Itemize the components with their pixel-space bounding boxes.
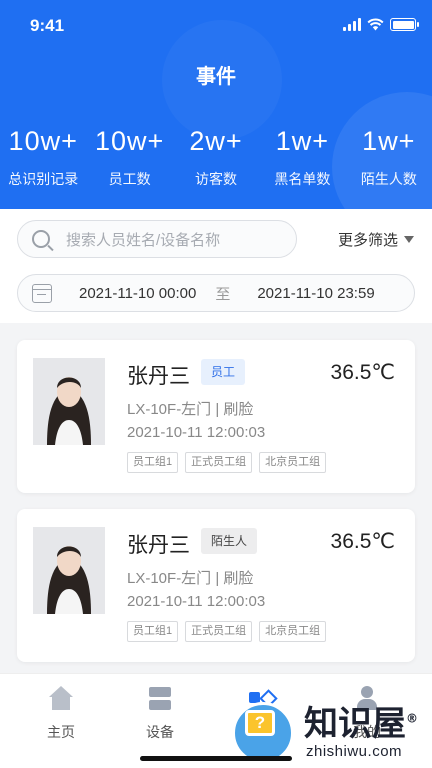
filter-area: 搜索人员姓名/设备名称 更多筛选 2021-11-10 00:00 至 2021… [0,209,432,323]
status-icons [343,18,419,31]
more-filter-label: 更多筛选 [337,232,398,249]
avatar [33,358,105,445]
stat-employees[interactable]: 10w+ 员工数 [86,126,172,189]
date-separator: 至 [215,285,231,303]
person-name: 张丹三 [127,365,190,388]
event-time: 2021-10-11 12:00:03 [127,593,266,610]
group-tag: 正式员工组 [185,621,253,642]
event-card[interactable]: 张丹三 员工 36.5℃ LX-10F-左门 | 刷脸 2021-10-11 1… [17,340,415,493]
signal-icon [343,18,361,31]
stat-value: 1w+ [362,126,416,156]
person-photo-icon [33,527,105,614]
header: 9:41 事件 10w+ 总识别记录 10w+ 员工数 2w+ 访客数 1w+ … [0,0,432,209]
calendar-icon [32,283,52,303]
temperature: 36.5℃ [330,361,395,384]
tab-label: 设备 [146,724,174,740]
stat-value: 10w+ [94,126,165,156]
group-tag: 北京员工组 [259,621,327,642]
date-range-picker[interactable]: 2021-11-10 00:00 至 2021-11-10 23:59 [17,274,415,312]
status-time: 9:41 [30,16,65,35]
stat-label: 访客数 [195,171,238,187]
date-start[interactable]: 2021-11-10 00:00 [79,285,196,302]
group-tag: 北京员工组 [259,452,327,473]
group-tag: 员工组1 [127,621,179,642]
tab-home[interactable]: 主页 [16,686,106,742]
tab-label: 主页 [47,724,75,740]
watermark-url: zhishiwu.com [306,743,403,760]
search-input[interactable]: 搜索人员姓名/设备名称 [17,220,297,258]
group-tag: 正式员工组 [185,452,253,473]
date-end[interactable]: 2021-11-10 23:59 [257,285,374,302]
stat-strangers[interactable]: 1w+ 陌生人数 [346,126,432,189]
stat-label: 陌生人数 [360,171,417,187]
help-icon: ? [245,710,275,736]
device-icon [146,686,174,712]
home-indicator [140,756,292,761]
stat-blacklist[interactable]: 1w+ 黑名单数 [259,126,345,189]
person-type-tag: 陌生人 [201,528,258,554]
stat-total-records[interactable]: 10w+ 总识别记录 [0,126,86,189]
wifi-icon [367,18,384,31]
group-tags: 员工组1 正式员工组 北京员工组 [127,621,327,642]
event-time: 2021-10-11 12:00:03 [127,424,266,441]
search-placeholder: 搜索人员姓名/设备名称 [66,231,221,249]
person-photo-icon [33,358,105,445]
temperature: 36.5℃ [330,530,395,553]
watermark-text: 知识屋® [304,704,418,744]
stats-row: 10w+ 总识别记录 10w+ 员工数 2w+ 访客数 1w+ 黑名单数 1w+… [0,126,432,189]
stat-value: 10w+ [8,126,78,156]
page-title: 事件 [196,66,236,88]
device-location: LX-10F-左门 | 刷脸 [127,570,254,587]
stat-value: 2w+ [189,126,243,156]
device-location: LX-10F-左门 | 刷脸 [127,401,254,418]
stat-label: 黑名单数 [274,171,331,187]
status-bar: 9:41 [0,0,432,50]
stat-visitors[interactable]: 2w+ 访客数 [173,126,259,189]
group-tags: 员工组1 正式员工组 北京员工组 [127,452,327,473]
stat-label: 总识别记录 [8,171,79,187]
stat-label: 员工数 [108,171,151,187]
battery-icon [390,18,419,31]
tab-devices[interactable]: 设备 [115,686,205,742]
stat-value: 1w+ [275,126,330,156]
event-card[interactable]: 张丹三 陌生人 36.5℃ LX-10F-左门 | 刷脸 2021-10-11 … [17,509,415,662]
person-type-tag: 员工 [201,359,246,385]
caret-down-icon [404,236,414,243]
person-name: 张丹三 [127,534,190,557]
home-icon [47,686,75,712]
search-icon [32,230,50,248]
avatar [33,527,105,614]
group-tag: 员工组1 [127,452,179,473]
more-filter-button[interactable]: 更多筛选 [338,229,414,250]
